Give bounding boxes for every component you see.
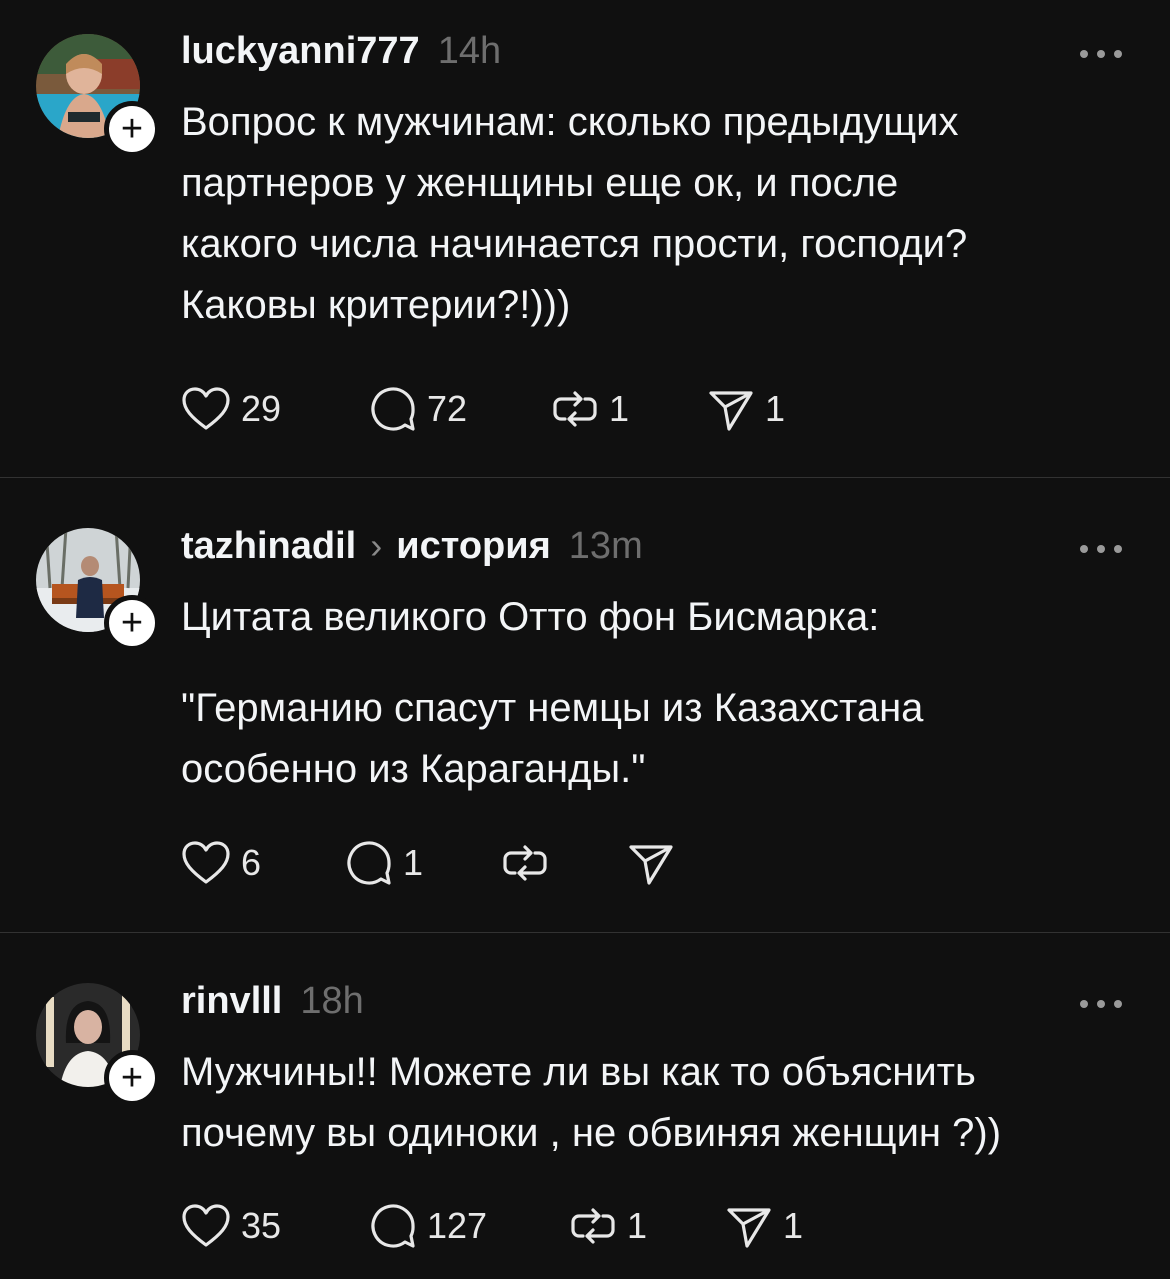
post-line: какого числа начинается прости, господи? — [181, 222, 968, 266]
repost-count: 1 — [627, 1205, 648, 1246]
repost-button[interactable]: 1 — [551, 384, 629, 434]
repost-icon — [571, 1208, 615, 1244]
username[interactable]: tazhinadil — [181, 525, 356, 568]
share-button[interactable]: 1 — [725, 1201, 803, 1251]
avatar-tazhinadil[interactable]: + — [36, 528, 160, 651]
like-button[interactable]: 6 — [181, 838, 261, 888]
send-icon — [727, 1208, 771, 1248]
post-time: 18h — [300, 980, 364, 1022]
post-text: Вопрос к мужчинам: сколько предыдущих па… — [181, 92, 1141, 336]
post-divider — [0, 477, 1170, 478]
comment-bubble-icon — [347, 841, 391, 885]
share-count: 1 — [783, 1205, 804, 1246]
comment-button[interactable]: 127 — [369, 1201, 487, 1251]
follow-plus-icon[interactable]: + — [104, 101, 160, 157]
topic-tag[interactable]: история — [396, 525, 551, 568]
like-count: 29 — [241, 388, 282, 429]
comment-bubble-icon — [371, 387, 415, 431]
post-divider — [0, 932, 1170, 933]
repost-icon — [553, 391, 597, 427]
post-text: Мужчины!! Можете ли вы как то объяснить … — [181, 1042, 1141, 1164]
username[interactable]: rinvlll — [181, 980, 282, 1023]
comment-button[interactable]: 1 — [345, 838, 423, 888]
more-dots-icon[interactable] — [1080, 1000, 1122, 1008]
avatar-luckyanni777[interactable]: + — [36, 34, 160, 157]
post-line: почему вы одиноки , не обвиняя женщин ?)… — [181, 1111, 1002, 1155]
like-button[interactable]: 29 — [181, 384, 281, 434]
post-line: партнеров у женщины еще ок, и после — [181, 161, 899, 205]
like-count: 6 — [241, 842, 262, 883]
share-button[interactable] — [627, 838, 675, 888]
post-line-spacer — [181, 648, 1141, 678]
post-line: "Германию спасут немцы из Казахстана — [181, 686, 924, 730]
comment-count: 72 — [427, 388, 468, 429]
post-time: 14h — [437, 30, 502, 72]
avatar-rinvlll[interactable]: + — [36, 983, 160, 1106]
post-line: Вопрос к мужчинам: сколько предыдущих — [181, 100, 959, 144]
chevron-right-icon: › — [370, 525, 383, 566]
like-count: 35 — [241, 1205, 282, 1246]
comment-button[interactable]: 72 — [369, 384, 467, 434]
send-icon — [709, 391, 753, 431]
repost-count: 1 — [609, 388, 630, 429]
heart-icon — [182, 387, 230, 430]
follow-plus-icon[interactable]: + — [104, 595, 160, 651]
heart-icon — [182, 841, 230, 884]
repost-button[interactable] — [501, 838, 549, 888]
more-dots-icon[interactable] — [1080, 545, 1122, 553]
comment-count: 127 — [427, 1205, 488, 1246]
post-line: Каковы критерии?!))) — [181, 283, 571, 327]
repost-icon — [503, 845, 547, 881]
post-text: Цитата великого Отто фон Бисмарка: "Герм… — [181, 587, 1141, 800]
like-button[interactable]: 35 — [181, 1201, 281, 1251]
post-line: особенно из Караганды." — [181, 747, 646, 791]
comment-count: 1 — [403, 842, 424, 883]
repost-button[interactable]: 1 — [569, 1201, 647, 1251]
comment-bubble-icon — [371, 1204, 415, 1248]
follow-plus-icon[interactable]: + — [104, 1050, 160, 1106]
share-button[interactable]: 1 — [707, 384, 785, 434]
post-time: 13m — [568, 525, 643, 567]
post-line: Цитата великого Отто фон Бисмарка: — [181, 595, 880, 639]
username[interactable]: luckyanni777 — [181, 30, 420, 73]
heart-icon — [182, 1204, 230, 1247]
post-line: Мужчины!! Можете ли вы как то объяснить — [181, 1050, 976, 1094]
send-icon — [629, 845, 673, 885]
share-count: 1 — [765, 388, 786, 429]
more-dots-icon[interactable] — [1080, 50, 1122, 58]
